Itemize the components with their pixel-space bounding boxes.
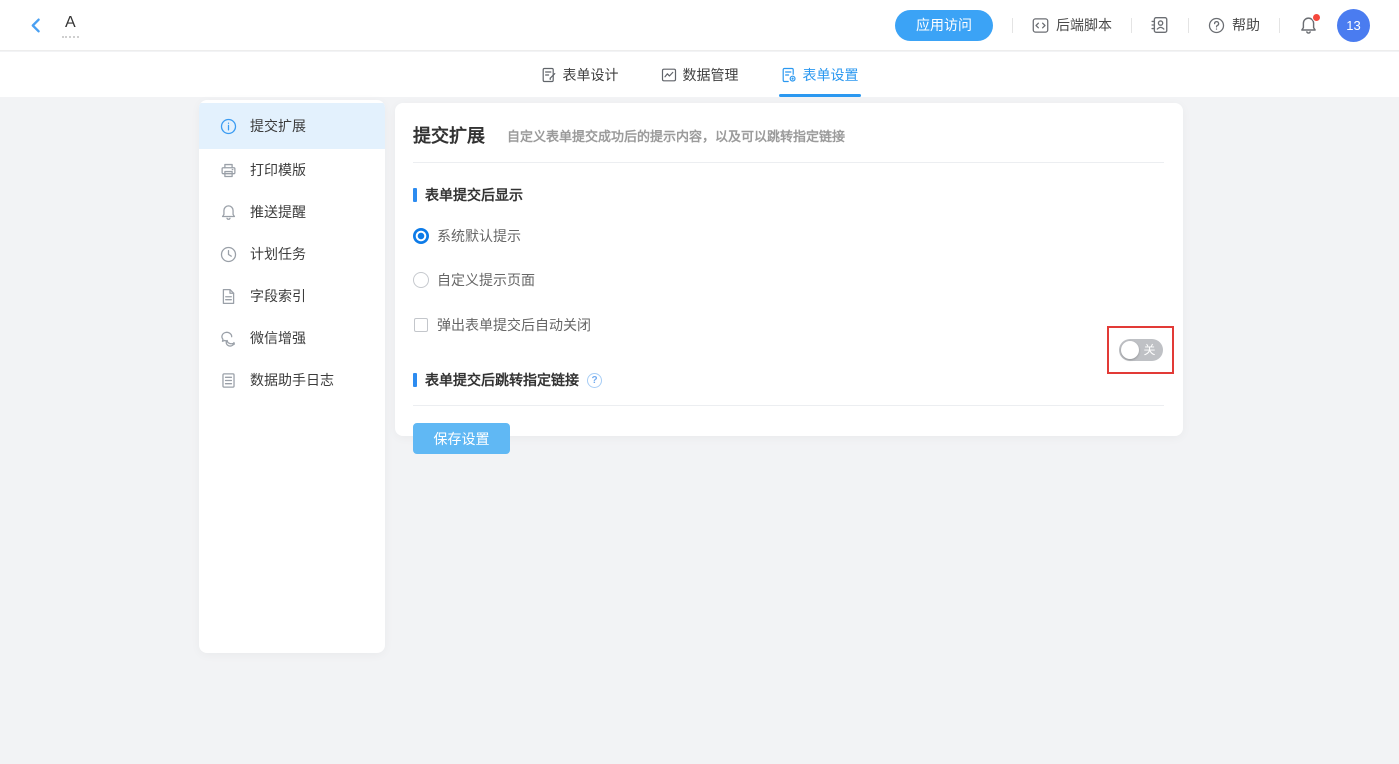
- sidebar-item-label: 数据助手日志: [250, 370, 334, 390]
- sidebar-item-scheduled-tasks[interactable]: 计划任务: [199, 233, 385, 275]
- save-settings-button[interactable]: 保存设置: [413, 423, 510, 454]
- tabbar: 表单设计 数据管理 表单设置: [0, 52, 1399, 97]
- bell-icon: [220, 204, 237, 221]
- radio-system-default[interactable]: 系统默认提示: [413, 226, 1164, 246]
- toggle-knob: [1121, 341, 1139, 359]
- log-icon: [220, 372, 237, 389]
- topbar-left: A: [28, 12, 79, 38]
- settings-sidebar: 提交扩展 打印模版 推送提醒 计划任务 字段索引 微信增强 数据助手日志: [199, 100, 385, 653]
- section-accent-bar: [413, 188, 417, 202]
- form-settings-icon: [781, 67, 797, 83]
- help-button[interactable]: 帮助: [1208, 15, 1260, 35]
- radio-label: 自定义提示页面: [437, 270, 535, 290]
- submit-extension-panel: 提交扩展 自定义表单提交成功后的提示内容，以及可以跳转指定链接 表单提交后显示 …: [395, 103, 1183, 436]
- printer-icon: [220, 162, 237, 179]
- code-icon: [1032, 17, 1049, 34]
- section-title-text: 表单提交后跳转指定链接: [425, 370, 579, 390]
- sidebar-item-submit-extension[interactable]: 提交扩展: [199, 103, 385, 149]
- backend-script-label: 后端脚本: [1056, 15, 1112, 35]
- panel-subtitle: 自定义表单提交成功后的提示内容，以及可以跳转指定链接: [507, 126, 845, 145]
- radio-label: 系统默认提示: [437, 226, 521, 246]
- clock-icon: [220, 246, 237, 263]
- tab-label: 表单设置: [803, 65, 859, 85]
- panel-header: 提交扩展 自定义表单提交成功后的提示内容，以及可以跳转指定链接: [413, 103, 1164, 163]
- divider: [1012, 18, 1013, 33]
- backend-script-button[interactable]: 后端脚本: [1032, 15, 1112, 35]
- sidebar-item-label: 字段索引: [250, 286, 306, 306]
- topbar-right: 应用访问 后端脚本 帮助 13: [895, 9, 1370, 42]
- radio-checked-icon[interactable]: [413, 228, 429, 244]
- help-label: 帮助: [1232, 15, 1260, 35]
- sidebar-item-label: 计划任务: [250, 244, 306, 264]
- notification-button[interactable]: [1299, 16, 1318, 35]
- section-redirect-title: 表单提交后跳转指定链接: [413, 370, 579, 390]
- form-design-icon: [541, 67, 557, 83]
- sidebar-item-data-assistant-log[interactable]: 数据助手日志: [199, 359, 385, 401]
- redirect-toggle-switch[interactable]: 关: [1119, 339, 1163, 361]
- sidebar-item-wechat-enhance[interactable]: 微信增强: [199, 317, 385, 359]
- sidebar-item-label: 微信增强: [250, 328, 306, 348]
- divider: [1131, 18, 1132, 33]
- section-title-text: 表单提交后显示: [425, 185, 523, 205]
- app-title[interactable]: A: [62, 12, 79, 38]
- sidebar-item-label: 打印模版: [250, 160, 306, 180]
- tab-form-settings[interactable]: 表单设置: [779, 52, 861, 97]
- address-book-icon: [1151, 16, 1169, 34]
- tab-label: 表单设计: [563, 65, 619, 85]
- question-circle-icon: [1208, 17, 1225, 34]
- sidebar-item-print-template[interactable]: 打印模版: [199, 149, 385, 191]
- section-display-title: 表单提交后显示: [413, 185, 1164, 205]
- avatar[interactable]: 13: [1337, 9, 1370, 42]
- checkbox-icon[interactable]: [414, 318, 428, 332]
- checkbox-label: 弹出表单提交后自动关闭: [437, 315, 591, 335]
- section-redirect-row: 表单提交后跳转指定链接 ?: [413, 372, 1164, 388]
- topbar: A 应用访问 后端脚本 帮助: [0, 0, 1399, 51]
- tab-data-manage[interactable]: 数据管理: [659, 52, 741, 97]
- sidebar-item-label: 推送提醒: [250, 202, 306, 222]
- chevron-left-icon: [28, 17, 45, 34]
- panel-title: 提交扩展: [413, 122, 485, 148]
- annotation-highlight-box: 关: [1107, 326, 1174, 374]
- sidebar-item-field-index[interactable]: 字段索引: [199, 275, 385, 317]
- tab-form-design[interactable]: 表单设计: [539, 52, 621, 97]
- notification-badge: [1312, 13, 1321, 22]
- divider: [1279, 18, 1280, 33]
- members-button[interactable]: [1151, 16, 1169, 34]
- section-accent-bar: [413, 373, 417, 387]
- divider: [1188, 18, 1189, 33]
- info-icon: [220, 118, 237, 135]
- help-tooltip-icon[interactable]: ?: [587, 373, 602, 388]
- document-icon: [220, 288, 237, 305]
- checkbox-auto-close[interactable]: 弹出表单提交后自动关闭: [413, 315, 1164, 335]
- tab-label: 数据管理: [683, 65, 739, 85]
- radio-unchecked-icon[interactable]: [413, 272, 429, 288]
- app-access-button[interactable]: 应用访问: [895, 10, 993, 41]
- radio-custom-page[interactable]: 自定义提示页面: [413, 270, 1164, 290]
- data-manage-icon: [661, 67, 677, 83]
- sidebar-item-push-reminder[interactable]: 推送提醒: [199, 191, 385, 233]
- back-button[interactable]: [28, 17, 45, 34]
- sidebar-item-label: 提交扩展: [250, 116, 306, 136]
- divider: [413, 405, 1164, 406]
- toggle-off-label: 关: [1143, 343, 1155, 357]
- wechat-icon: [220, 330, 237, 347]
